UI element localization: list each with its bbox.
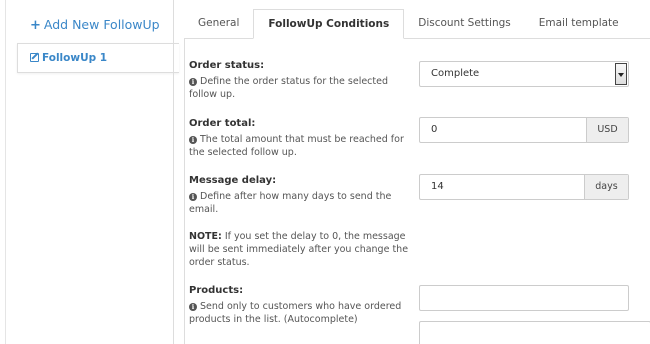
order-status-help: i Define the order status for the selecte… <box>189 75 409 101</box>
order-status-selected-value: Complete <box>431 68 480 79</box>
tab-discount-settings[interactable]: Discount Settings <box>404 9 525 39</box>
order-status-field-label: Order status: i Define the order status f… <box>189 59 409 101</box>
order-total-input[interactable]: 0 USD <box>419 117 629 143</box>
message-delay-label: Message delay: <box>189 175 277 186</box>
products-autocomplete-input[interactable] <box>419 285 629 311</box>
products-help-text: Send only to customers who have ordered … <box>189 301 402 325</box>
order-status-label: Order status: <box>189 60 265 71</box>
add-new-followup-label: Add New FollowUp <box>43 17 160 32</box>
currency-addon: USD <box>586 118 628 142</box>
followup-settings-panel: General FollowUp Conditions Discount Set… <box>173 0 650 344</box>
products-field-label: Products: i Send only to customers who ha… <box>189 284 409 326</box>
info-icon: i <box>189 136 197 144</box>
note-label: NOTE: <box>189 231 222 242</box>
order-status-select[interactable]: Complete <box>419 61 629 87</box>
note-text: If you set the delay to 0, the message w… <box>189 231 409 268</box>
sidebar-item-label-wrap: FollowUp 1 <box>30 52 107 64</box>
tab-followup-conditions[interactable]: FollowUp Conditions <box>253 9 405 39</box>
sidebar-item-followup-1[interactable]: FollowUp 1 <box>17 43 179 73</box>
message-delay-help: i Define after how many days to send the … <box>189 190 409 216</box>
order-total-help-text: The total amount that must be reached fo… <box>189 134 404 158</box>
sidebar-item-label: FollowUp 1 <box>42 52 108 64</box>
order-total-field-label: Order total: i The total amount that must… <box>189 117 409 159</box>
add-new-followup-link[interactable]: + Add New FollowUp <box>30 17 160 33</box>
products-list-box[interactable] <box>419 321 650 344</box>
tab-general[interactable]: General <box>184 9 253 39</box>
edit-icon <box>30 53 39 62</box>
order-total-value: 0 <box>431 124 438 135</box>
plus-icon: + <box>30 18 41 33</box>
message-delay-help-text: Define after how many days to send the e… <box>189 191 392 215</box>
order-total-label: Order total: <box>189 118 256 129</box>
order-total-help: i The total amount that must be reached f… <box>189 133 409 159</box>
days-addon: days <box>584 175 628 199</box>
message-delay-field-label: Message delay: i Define after how many da… <box>189 174 409 269</box>
dropdown-arrow-icon[interactable] <box>615 63 627 85</box>
info-icon: i <box>189 193 197 201</box>
products-label: Products: <box>189 285 244 296</box>
tab-bar: General FollowUp Conditions Discount Set… <box>184 9 633 39</box>
info-icon: i <box>189 303 197 311</box>
message-delay-value: 14 <box>431 181 444 192</box>
order-status-help-text: Define the order status for the selected… <box>189 76 388 100</box>
info-icon: i <box>189 78 197 86</box>
message-delay-input[interactable]: 14 days <box>419 174 629 200</box>
tab-email-template[interactable]: Email template <box>525 9 633 39</box>
followup-sidebar: + Add New FollowUp FollowUp 1 <box>5 0 179 344</box>
products-help: i Send only to customers who have ordered… <box>189 300 409 326</box>
message-delay-note: NOTE: If you set the delay to 0, the mes… <box>189 230 409 269</box>
